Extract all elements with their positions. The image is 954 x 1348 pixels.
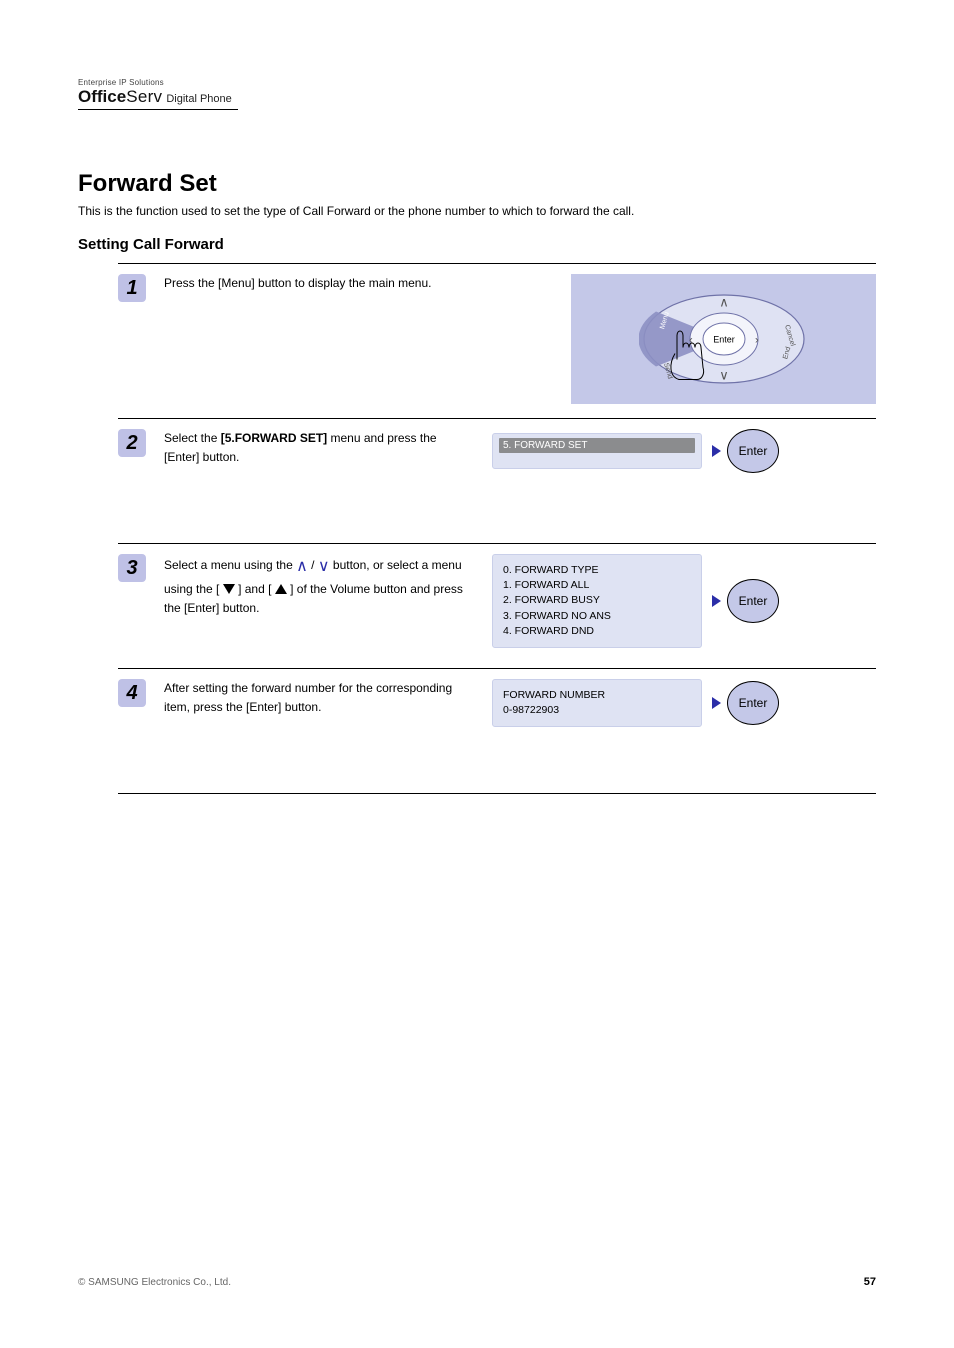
- page-number: 57: [864, 1276, 876, 1288]
- navpad-enter-label: Enter: [713, 335, 735, 345]
- step-2-number: 2: [118, 429, 146, 457]
- brand-sub: Digital Phone: [166, 93, 231, 105]
- lcd-forward-set-text: 5. FORWARD SET: [499, 438, 695, 453]
- lcd-fn-line1: FORWARD NUMBER: [503, 688, 691, 703]
- step-2-text: Select the [5.FORWARD SET] menu and pres…: [164, 429, 474, 467]
- svg-text:∨: ∨: [719, 368, 729, 383]
- step-4-text: After setting the forward number for the…: [164, 679, 474, 717]
- step-3-text: Select a menu using the ∧ / ∨ button, or…: [164, 554, 474, 618]
- lcd-opt-3: 3. FORWARD NO ANS: [503, 609, 691, 624]
- step-1-number: 1: [118, 274, 146, 302]
- enter-button[interactable]: Enter: [727, 579, 779, 623]
- chevron-down-icon: ∨: [318, 558, 330, 575]
- step-1: 1 Press the [Menu] button to display the…: [118, 263, 876, 418]
- svg-text:∧: ∧: [719, 295, 729, 310]
- brand-office: Office: [78, 87, 126, 107]
- brand-serv: Serv: [126, 87, 162, 107]
- copyright: © SAMSUNG Electronics Co., Ltd.: [78, 1277, 231, 1288]
- brand-tagline: Enterprise IP Solutions: [78, 78, 876, 87]
- enter-label: Enter: [739, 696, 768, 710]
- enter-label: Enter: [739, 444, 768, 458]
- step-2: 2 Select the [5.FORWARD SET] menu and pr…: [118, 418, 876, 543]
- navpad-svg: Enter ∧ ∨ › ‹ Menu Send Cancel End: [639, 292, 809, 387]
- lcd-opt-4: 4. FORWARD DND: [503, 624, 691, 639]
- lcd-opt-1: 1. FORWARD ALL: [503, 578, 691, 593]
- navpad-illustration: Enter ∧ ∨ › ‹ Menu Send Cancel End: [571, 274, 876, 404]
- play-icon: [712, 697, 721, 709]
- enter-label: Enter: [739, 594, 768, 608]
- chevron-up-icon: ∧: [296, 558, 308, 575]
- lcd-opt-0: 0. FORWARD TYPE: [503, 563, 691, 578]
- section-description: This is the function used to set the typ…: [78, 204, 876, 218]
- step-2-text-pre: Select the: [164, 431, 221, 445]
- step-4: 4 After setting the forward number for t…: [118, 668, 876, 794]
- step-2-menu: [5.FORWARD SET]: [221, 431, 327, 445]
- lcd-forward-number: FORWARD NUMBER 0-98722903: [492, 679, 702, 727]
- lcd-forward-set: 5. FORWARD SET: [492, 433, 702, 469]
- lcd-forward-options: 0. FORWARD TYPE 1. FORWARD ALL 2. FORWAR…: [492, 554, 702, 648]
- lcd-opt-2: 2. FORWARD BUSY: [503, 593, 691, 608]
- svg-text:›: ›: [755, 335, 759, 347]
- brand-header: Enterprise IP Solutions OfficeServ Digit…: [78, 78, 876, 110]
- play-icon: [712, 445, 721, 457]
- triangle-up-icon: [275, 584, 287, 594]
- s3b: /: [311, 558, 314, 572]
- step-3: 3 Select a menu using the ∧ / ∨ button, …: [118, 543, 876, 668]
- step-1-text: Press the [Menu] button to display the m…: [164, 274, 474, 293]
- s3a: Select a menu using the: [164, 558, 296, 572]
- step-3-number: 3: [118, 554, 146, 582]
- section-title: Forward Set: [78, 170, 876, 198]
- enter-button[interactable]: Enter: [727, 429, 779, 473]
- header-rule: [78, 109, 238, 110]
- s3d: ] and [: [238, 582, 271, 596]
- triangle-down-icon: [223, 584, 235, 594]
- play-icon: [712, 595, 721, 607]
- step-4-number: 4: [118, 679, 146, 707]
- enter-button[interactable]: Enter: [727, 681, 779, 725]
- lcd-fn-line2: 0-98722903: [503, 703, 691, 718]
- subheading-setting: Setting Call Forward: [78, 236, 876, 253]
